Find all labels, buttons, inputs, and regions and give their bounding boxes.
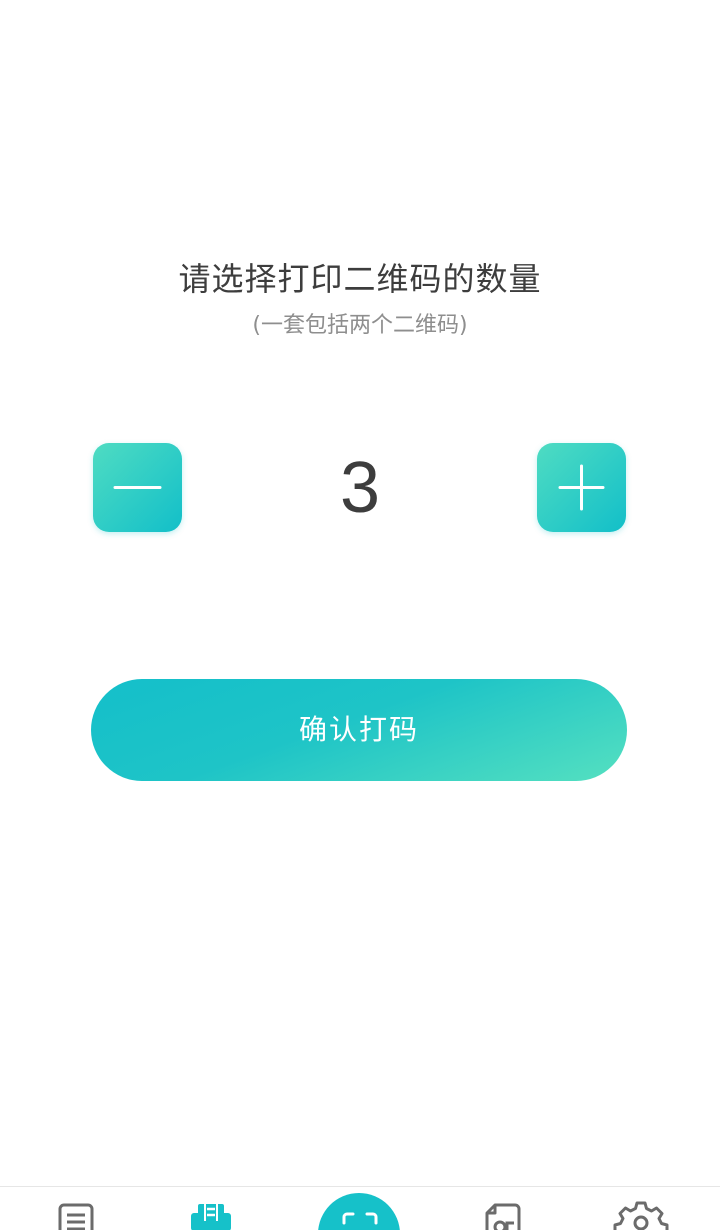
quantity-value: 3	[339, 448, 381, 528]
page-title: 请选择打印二维码的数量	[178, 260, 542, 298]
printer-icon	[191, 1204, 231, 1230]
tab-print[interactable]	[171, 1187, 251, 1230]
tab-list[interactable]	[36, 1187, 116, 1230]
page-subtitle: (一套包括两个二维码)	[252, 313, 468, 338]
tab-scan[interactable]	[318, 1187, 402, 1230]
document-icon	[485, 1203, 521, 1230]
confirm-print-button[interactable]: 确认打码	[91, 679, 627, 781]
scan-icon	[342, 1212, 378, 1225]
decrement-button[interactable]	[93, 443, 182, 532]
print-quantity-page: 请选择打印二维码的数量 (一套包括两个二维码) 3 确认打码	[0, 0, 720, 1230]
tab-settings[interactable]	[601, 1187, 681, 1230]
bottom-tab-bar	[0, 1186, 720, 1230]
increment-button[interactable]	[537, 443, 626, 532]
gear-icon	[613, 1201, 669, 1230]
minus-icon	[113, 486, 162, 489]
list-icon	[58, 1203, 94, 1230]
tab-documents[interactable]	[467, 1187, 547, 1230]
plus-icon	[558, 464, 605, 511]
